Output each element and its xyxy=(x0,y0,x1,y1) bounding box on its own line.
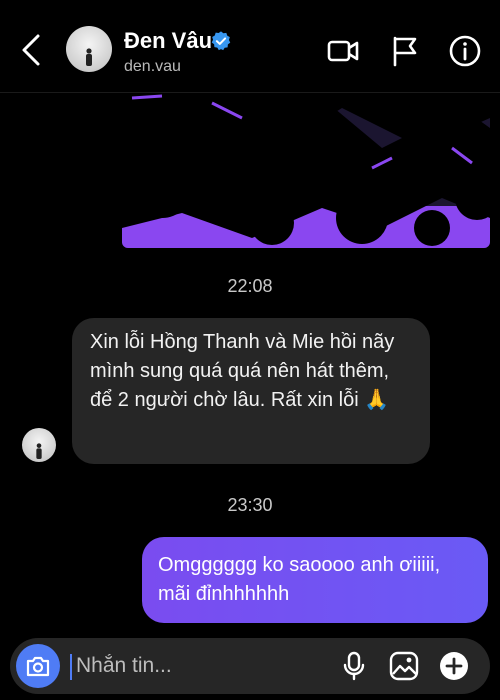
shared-media-image[interactable] xyxy=(122,88,490,248)
text-caret xyxy=(70,654,72,680)
back-icon[interactable] xyxy=(18,30,46,70)
contact-handle: den.vau xyxy=(124,58,181,75)
avatar-figure-icon xyxy=(86,48,92,66)
incoming-message-text: Xin lỗi Hồng Thanh và Mie hồi nãy mình s… xyxy=(90,331,395,411)
plus-icon[interactable] xyxy=(438,650,470,682)
microphone-icon[interactable] xyxy=(338,650,370,682)
contact-name[interactable]: Đen Vâu xyxy=(124,28,212,54)
camera-icon xyxy=(26,656,50,677)
message-input[interactable] xyxy=(76,648,326,684)
timestamp: 22:08 xyxy=(227,276,273,296)
outgoing-message-text: Omgggggg ko saoooo anh ơiiiii, mãi đỉnhh… xyxy=(158,554,441,605)
camera-button[interactable] xyxy=(16,644,60,688)
message-composer xyxy=(10,638,490,694)
flag-icon[interactable] xyxy=(388,34,422,68)
gallery-icon[interactable] xyxy=(388,650,420,682)
avatar-figure-icon xyxy=(36,443,42,459)
sender-avatar[interactable] xyxy=(22,428,56,462)
outgoing-message-bubble[interactable]: Omgggggg ko saoooo anh ơiiiii, mãi đỉnhh… xyxy=(142,537,488,623)
verified-badge-icon xyxy=(211,31,231,51)
incoming-message-bubble[interactable]: Xin lỗi Hồng Thanh và Mie hồi nãy mình s… xyxy=(72,318,430,464)
obscured-image xyxy=(122,88,490,248)
chat-header: Đen Vâu den.vau xyxy=(0,0,500,93)
info-icon[interactable] xyxy=(448,34,482,68)
video-call-icon[interactable] xyxy=(326,34,360,68)
avatar[interactable] xyxy=(66,26,112,72)
timestamp: 23:30 xyxy=(227,495,273,515)
